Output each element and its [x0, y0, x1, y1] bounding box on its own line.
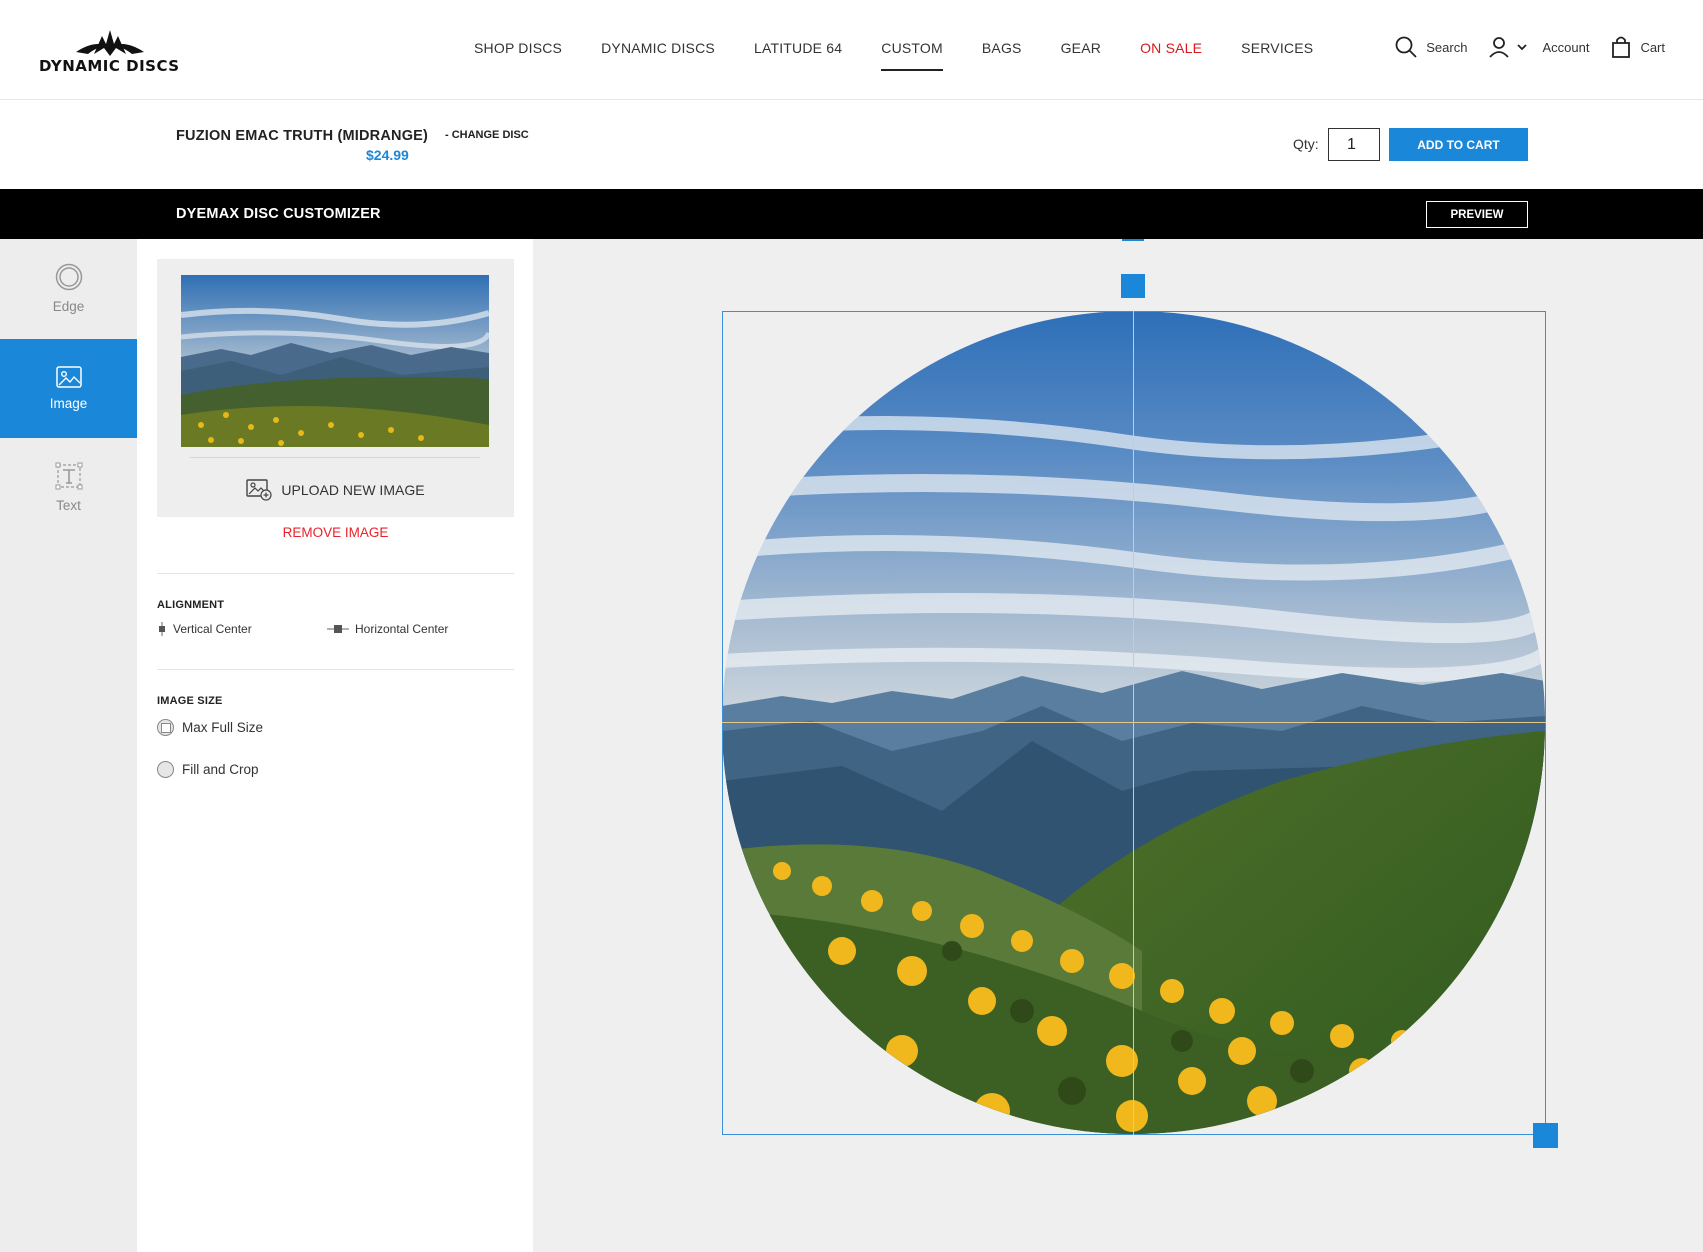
logo-bird-icon: [76, 30, 144, 56]
image-thumbnail: [181, 275, 489, 447]
qty-label: Qty:: [1293, 136, 1319, 152]
size-fill-crop-option[interactable]: Fill and Crop: [157, 761, 259, 778]
vertical-guide: [1133, 311, 1134, 1135]
rail-item-edge[interactable]: Edge: [0, 239, 137, 338]
logo-text: DYNAMIC DISCS: [39, 57, 180, 75]
search-button[interactable]: Search: [1395, 36, 1467, 58]
nav-bags[interactable]: BAGS: [982, 40, 1022, 56]
search-icon: [1395, 36, 1417, 58]
preview-button[interactable]: PREVIEW: [1426, 201, 1528, 228]
align-horizontal-center[interactable]: Horizontal Center: [327, 622, 448, 636]
account-button[interactable]: Account: [1489, 36, 1589, 58]
main-nav: SHOP DISCS DYNAMIC DISCS LATITUDE 64 CUS…: [474, 40, 1352, 71]
divider: [157, 573, 514, 574]
resize-handle[interactable]: [1533, 1123, 1558, 1148]
shopping-bag-icon: [1612, 36, 1631, 58]
remove-image-link[interactable]: REMOVE IMAGE: [157, 525, 514, 540]
tool-rail: Edge Image Text: [0, 239, 146, 1252]
brand-logo[interactable]: DYNAMIC DISCS: [36, 26, 196, 76]
horizontal-center-icon: [327, 625, 349, 633]
product-bar: FUZION EMAC TRUTH (MIDRANGE) $24.99 - CH…: [0, 100, 1703, 189]
account-label: Account: [1542, 39, 1590, 55]
rail-item-image[interactable]: Image: [0, 339, 146, 438]
search-label: Search: [1426, 39, 1468, 55]
nav-latitude-64[interactable]: LATITUDE 64: [754, 40, 842, 56]
size-fill-crop-label: Fill and Crop: [182, 762, 259, 777]
header-tools: Search Account Cart: [1373, 36, 1665, 58]
user-icon: [1489, 37, 1510, 58]
nav-dynamic-discs[interactable]: DYNAMIC DISCS: [601, 40, 715, 56]
customizer-bar: DYEMAX DISC CUSTOMIZER PREVIEW: [0, 189, 1703, 239]
options-panel: UPLOAD NEW IMAGE REMOVE IMAGE ALIGNMENT …: [137, 239, 533, 1252]
rail-label-edge: Edge: [52, 299, 85, 314]
rotate-handle[interactable]: [1121, 274, 1145, 298]
rail-label-text: Text: [56, 498, 81, 513]
image-card: UPLOAD NEW IMAGE: [157, 259, 514, 517]
upload-image-icon: [246, 479, 273, 501]
circle-ring-icon: [55, 263, 82, 291]
nav-shop-discs[interactable]: SHOP DISCS: [474, 40, 562, 56]
size-max-full-option[interactable]: Max Full Size: [157, 719, 263, 736]
cart-label: Cart: [1640, 39, 1665, 55]
align-horizontal-label: Horizontal Center: [355, 622, 449, 636]
add-to-cart-button[interactable]: ADD TO CART: [1389, 128, 1528, 161]
nav-services[interactable]: SERVICES: [1241, 40, 1313, 56]
chevron-down-icon: [1517, 44, 1528, 51]
upload-label: UPLOAD NEW IMAGE: [281, 482, 425, 498]
horizontal-guide: [722, 722, 1546, 723]
product-price: $24.99: [366, 147, 409, 163]
size-max-full-radio[interactable]: [157, 719, 174, 736]
change-disc-link[interactable]: - CHANGE DISC: [445, 129, 529, 141]
nav-on-sale[interactable]: ON SALE: [1140, 40, 1202, 56]
disc-canvas[interactable]: [533, 239, 1703, 1252]
divider: [157, 669, 514, 670]
vertical-center-icon: [159, 622, 165, 636]
image-icon: [55, 366, 82, 388]
product-name: FUZION EMAC TRUTH (MIDRANGE): [176, 128, 429, 144]
image-size-title: IMAGE SIZE: [157, 695, 223, 707]
cart-button[interactable]: Cart: [1611, 36, 1665, 58]
upload-image-button[interactable]: UPLOAD NEW IMAGE: [157, 479, 514, 501]
nav-gear[interactable]: GEAR: [1061, 40, 1101, 56]
card-divider: [190, 457, 480, 458]
alignment-title: ALIGNMENT: [157, 599, 225, 611]
align-vertical-center[interactable]: Vertical Center: [157, 622, 252, 636]
top-edge-marker: [1122, 239, 1144, 241]
size-max-full-label: Max Full Size: [182, 720, 264, 735]
site-header: DYNAMIC DISCS SHOP DISCS DYNAMIC DISCS L…: [0, 0, 1703, 100]
rail-label-image: Image: [49, 396, 88, 411]
rail-item-text[interactable]: Text: [0, 438, 137, 537]
qty-input[interactable]: [1328, 128, 1380, 161]
text-box-icon: [55, 462, 82, 490]
align-vertical-label: Vertical Center: [173, 622, 252, 636]
customizer-title: DYEMAX DISC CUSTOMIZER: [176, 206, 381, 222]
nav-custom[interactable]: CUSTOM: [881, 40, 943, 71]
size-fill-crop-radio[interactable]: [157, 761, 174, 778]
selection-box[interactable]: [722, 311, 1546, 1135]
